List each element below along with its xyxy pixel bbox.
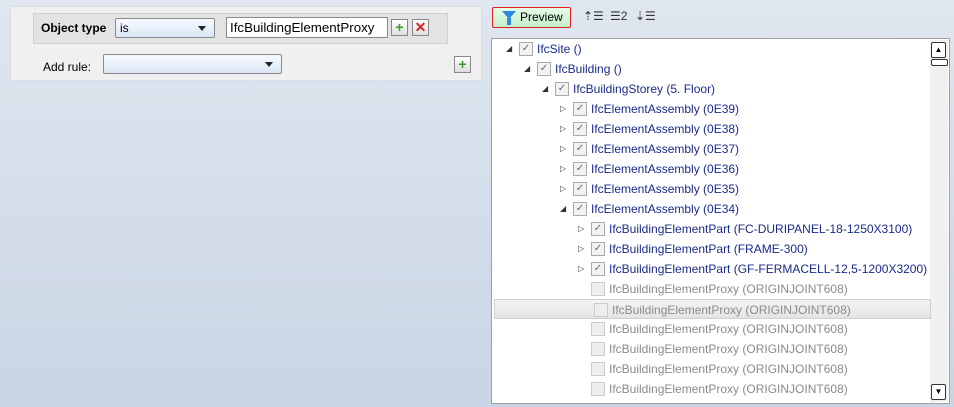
item-checkbox[interactable]: ✓ — [537, 62, 551, 76]
item-checkbox[interactable] — [591, 282, 605, 296]
item-label: IfcElementAssembly (0E38) — [591, 122, 740, 136]
item-checkbox[interactable]: ✓ — [591, 222, 605, 236]
item-checkbox[interactable]: ✓ — [573, 202, 587, 216]
preview-label: Preview — [520, 10, 563, 24]
item-label: IfcBuildingStorey (5. Floor) — [573, 82, 716, 96]
item-checkbox[interactable]: ✓ — [573, 142, 587, 156]
item-label: IfcBuildingElementProxy (ORIGINJOINT608) — [612, 303, 851, 317]
tree-item[interactable]: ▷ ✓ IfcBuildingElementPart (FRAME-300) — [492, 239, 930, 259]
item-label: IfcElementAssembly (0E35) — [591, 182, 740, 196]
add-rule-label: Add rule: — [43, 60, 92, 74]
item-checkbox[interactable] — [594, 303, 608, 317]
expand-arrow-icon[interactable]: ▷ — [560, 159, 566, 179]
tree-item[interactable]: ◢ ✓ IfcSite () — [492, 39, 930, 59]
item-checkbox[interactable]: ✓ — [555, 82, 569, 96]
item-label: IfcBuildingElementProxy (ORIGINJOINT608) — [609, 342, 848, 356]
item-checkbox[interactable] — [591, 382, 605, 396]
expand-arrow-icon[interactable]: ▷ — [560, 99, 566, 119]
object-tree[interactable]: ▲ ▼ ◢ ✓ IfcSite () ◢ ✓ IfcBuilding () ◢ ✓ IfcBui… — [491, 38, 950, 404]
chevron-down-icon — [265, 62, 273, 67]
item-label: IfcSite () — [537, 42, 582, 56]
item-checkbox[interactable]: ✓ — [573, 182, 587, 196]
level-number: 2 — [620, 9, 628, 23]
tree-item[interactable]: IfcBuildingElementProxy (ORIGINJOINT608) — [492, 279, 930, 299]
item-label: IfcElementAssembly (0E39) — [591, 102, 740, 116]
item-label: IfcElementAssembly (0E37) — [591, 142, 740, 156]
item-label: IfcBuildingElementProxy (ORIGINJOINT608) — [609, 362, 848, 376]
item-label: IfcElementAssembly (0E36) — [591, 162, 740, 176]
scrollbar[interactable]: ▲ ▼ — [930, 40, 948, 402]
expand-arrow-icon[interactable]: ▷ — [578, 219, 584, 239]
tree-item[interactable]: ▷ ✓ IfcElementAssembly (0E37) — [492, 139, 930, 159]
chevron-down-icon — [198, 26, 206, 31]
item-label: IfcBuildingElementPart (FRAME-300) — [609, 242, 808, 256]
expand-arrow-icon[interactable]: ▷ — [560, 179, 566, 199]
add-condition-button[interactable]: + — [391, 19, 408, 36]
expand-arrow-icon[interactable]: ▷ — [560, 119, 566, 139]
item-label: IfcBuildingElementPart (FC-DURIPANEL-18-… — [609, 222, 913, 236]
tree-item[interactable]: ▷ ✓ IfcBuildingElementPart (FC-DURIPANEL-1… — [492, 219, 930, 239]
scroll-down-button[interactable]: ▼ — [931, 384, 946, 400]
tree-item[interactable]: IfcBuildingElementProxy (ORIGINJOINT608) — [492, 339, 930, 359]
item-checkbox[interactable]: ✓ — [573, 102, 587, 116]
object-type-value-input[interactable] — [226, 17, 388, 38]
object-type-label: Object type — [41, 21, 107, 35]
tree-item[interactable]: IfcBuildingElementProxy (ORIGINJOINT608) — [492, 379, 930, 399]
expand-arrow-icon[interactable]: ▷ — [560, 139, 566, 159]
expand-level-button[interactable]: ☰2 — [610, 9, 627, 23]
collapse-arrow-icon[interactable]: ◢ — [524, 59, 530, 79]
tree-item[interactable]: ▷ ✓ IfcElementAssembly (0E36) — [492, 159, 930, 179]
item-label: IfcBuildingElementProxy (ORIGINJOINT608) — [609, 322, 848, 336]
tree-item[interactable]: IfcBuildingElementProxy (ORIGINJOINT608) — [494, 299, 931, 319]
item-checkbox[interactable]: ✓ — [573, 122, 587, 136]
collapse-arrow-icon[interactable]: ◢ — [560, 199, 566, 219]
scroll-up-button[interactable]: ▲ — [931, 42, 946, 58]
item-label: IfcBuildingElementProxy (ORIGINJOINT608) — [609, 382, 848, 396]
tree-item[interactable]: ◢ ✓ IfcElementAssembly (0E34) — [492, 199, 930, 219]
item-checkbox[interactable] — [591, 342, 605, 356]
filter-panel: Object type is + ✕ Add rule: + — [10, 6, 482, 81]
item-label: IfcBuilding () — [555, 62, 622, 76]
item-checkbox[interactable]: ✓ — [519, 42, 533, 56]
tree-item[interactable]: IfcBuildingElementProxy (ORIGINJOINT608) — [492, 359, 930, 379]
expand-arrow-icon[interactable]: ▷ — [578, 259, 584, 279]
tree-item[interactable]: ◢ ✓ IfcBuildingStorey (5. Floor) — [492, 79, 930, 99]
item-checkbox[interactable]: ✓ — [591, 242, 605, 256]
item-label: IfcBuildingElementProxy (ORIGINJOINT608) — [609, 282, 848, 296]
tree-item[interactable]: IfcBuildingElementProxy (ORIGINJOINT608) — [492, 319, 930, 339]
item-label: IfcBuildingElementPart (GF-FERMACELL-12,… — [609, 262, 928, 276]
item-checkbox[interactable] — [591, 362, 605, 376]
collapse-arrow-icon[interactable]: ◢ — [506, 39, 512, 59]
expand-all-icon[interactable]: ⇣☰ — [635, 9, 656, 23]
operator-value: is — [120, 21, 129, 35]
tree-item[interactable]: ▷ ✓ IfcElementAssembly (0E39) — [492, 99, 930, 119]
collapse-arrow-icon[interactable]: ◢ — [542, 79, 548, 99]
tree-item[interactable]: ▷ ✓ IfcBuildingElementPart (GF-FERMACELL-1… — [492, 259, 930, 279]
expand-arrow-icon[interactable]: ▷ — [578, 239, 584, 259]
item-checkbox[interactable] — [591, 322, 605, 336]
tree-item[interactable]: ▷ ✓ IfcElementAssembly (0E38) — [492, 119, 930, 139]
operator-dropdown[interactable]: is — [115, 18, 215, 38]
filter-icon — [502, 11, 516, 25]
tree-item[interactable]: ◢ ✓ IfcBuilding () — [492, 59, 930, 79]
item-label: IfcElementAssembly (0E34) — [591, 202, 740, 216]
add-rule-dropdown[interactable] — [103, 54, 282, 74]
collapse-all-icon[interactable]: ⇡☰ — [583, 9, 604, 23]
scroll-thumb[interactable] — [931, 59, 948, 66]
tree-item[interactable]: ▷ ✓ IfcElementAssembly (0E35) — [492, 179, 930, 199]
item-checkbox[interactable]: ✓ — [591, 262, 605, 276]
item-checkbox[interactable]: ✓ — [573, 162, 587, 176]
add-rule-button[interactable]: + — [454, 56, 471, 73]
remove-rule-button[interactable]: ✕ — [412, 19, 429, 36]
preview-button[interactable]: Preview — [492, 7, 571, 28]
